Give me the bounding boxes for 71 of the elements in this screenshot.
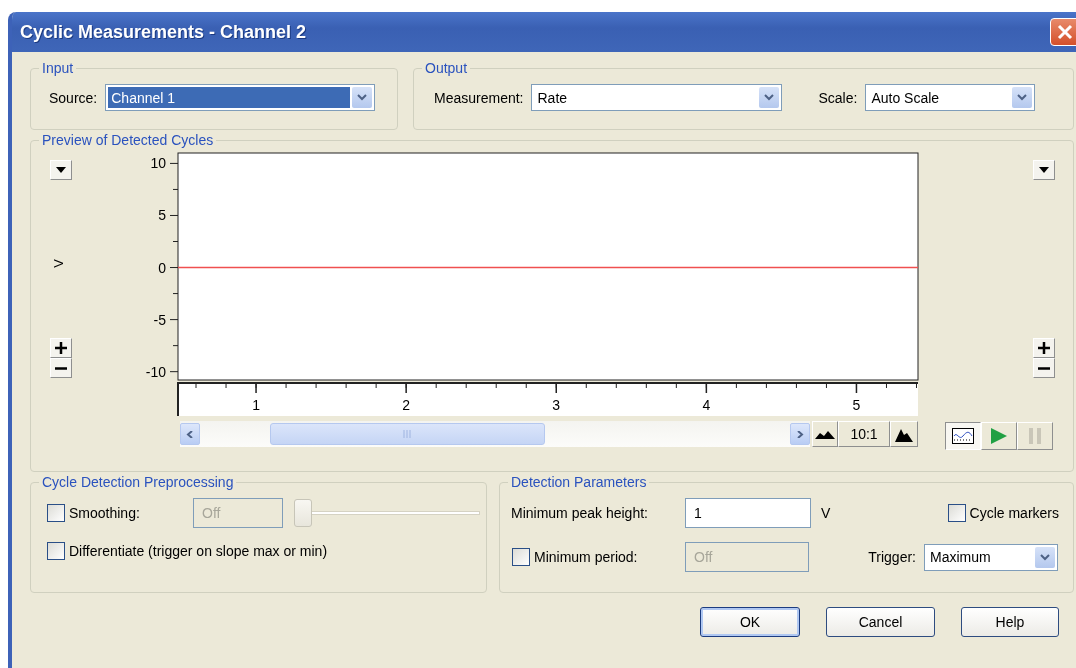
checkbox-label: Minimum period: [534, 549, 638, 565]
x-tick-label: 4 [702, 397, 711, 413]
y-axis: -10 -5 0 5 10 [145, 155, 179, 380]
y-tick-label: -10 [145, 363, 167, 380]
zoom-ratio-button[interactable]: 10:1 [838, 421, 890, 447]
group-legend: Cycle Detection Preprocessing [39, 474, 237, 490]
measurement-dropdown[interactable]: Rate [531, 84, 783, 111]
unit-label: V [821, 505, 831, 521]
field-label: Trigger: [868, 549, 916, 565]
caret-down-icon [56, 167, 66, 173]
chevron-icon [357, 94, 368, 101]
dialog-button[interactable]: Help [961, 607, 1059, 637]
x-tick-label: 3 [552, 397, 561, 413]
horizontal-scrollbar[interactable] [180, 421, 810, 447]
x-axis-ruler: 1 2 3 4 5 [177, 382, 919, 417]
scale-dropdown[interactable]: Auto Scale [865, 84, 1036, 111]
group-legend: Output [422, 60, 471, 76]
x-tick-label: 5 [852, 397, 861, 413]
checkbox-label: Smoothing: [69, 505, 140, 521]
dropdown-button[interactable] [50, 160, 72, 180]
group-legend: Input [39, 60, 77, 76]
checkbox[interactable] [47, 542, 65, 560]
chevron-icon [795, 430, 805, 438]
y-tick-label: 0 [158, 259, 167, 276]
source-dropdown[interactable]: Channel 1 [105, 84, 376, 111]
x-tick-label: 1 [252, 397, 261, 413]
caret-down-icon [1039, 167, 1049, 173]
plus-icon [55, 342, 67, 354]
close-button[interactable] [1050, 18, 1076, 46]
plus-icon [1038, 342, 1050, 354]
x-tick-label: 2 [402, 397, 411, 413]
y-tick-label: 5 [158, 207, 167, 224]
group-legend: Preview of Detected Cycles [39, 132, 217, 148]
y-tick-label: 10 [150, 155, 167, 172]
play-icon [990, 427, 1008, 445]
field-label: Measurement: [434, 89, 524, 106]
dialog-button[interactable]: OK [700, 607, 800, 637]
axis-unit-label: V [50, 259, 66, 268]
peak-icon [815, 429, 835, 439]
scroll-thumb[interactable] [270, 423, 545, 445]
trigger-dropdown[interactable]: Maximum [924, 543, 1058, 571]
checkbox-label: Cycle markers [969, 505, 1059, 521]
zoom-button[interactable] [890, 421, 918, 447]
checkbox-label: Differentiate (trigger on slope max or min) [69, 543, 328, 559]
zoom-out-button[interactable] [50, 358, 72, 378]
chevron-icon [185, 430, 195, 438]
peak-height-field[interactable]: 1 [685, 498, 811, 528]
y-tick-label: -5 [153, 311, 167, 328]
scroll-left-button[interactable] [180, 423, 200, 445]
chevron-icon [1017, 94, 1028, 101]
zoom-button[interactable] [812, 421, 838, 447]
zoom-in-button[interactable] [50, 338, 72, 358]
close-icon [1057, 24, 1073, 40]
pause-icon [1028, 428, 1042, 444]
chart-view-button[interactable] [945, 422, 981, 450]
group-legend: Detection Parameters [508, 474, 650, 490]
field-label: Scale: [818, 89, 858, 106]
window-title: Cyclic Measurements - Channel 2 [20, 21, 307, 43]
minus-icon [55, 366, 67, 370]
dialog-button[interactable]: Cancel [826, 607, 935, 637]
scroll-right-button[interactable] [790, 423, 810, 445]
chevron-icon [764, 94, 775, 101]
waveform-icon [952, 428, 974, 444]
dropdown-button[interactable] [1033, 160, 1055, 180]
minus-icon [1038, 366, 1050, 370]
field-label: Minimum peak height: [511, 505, 649, 521]
zoom-out-button[interactable] [1033, 358, 1055, 378]
checkbox[interactable] [947, 504, 966, 522]
field-label: Source: [49, 89, 98, 106]
zoom-in-button[interactable] [1033, 338, 1055, 358]
chevron-icon [1040, 553, 1050, 561]
